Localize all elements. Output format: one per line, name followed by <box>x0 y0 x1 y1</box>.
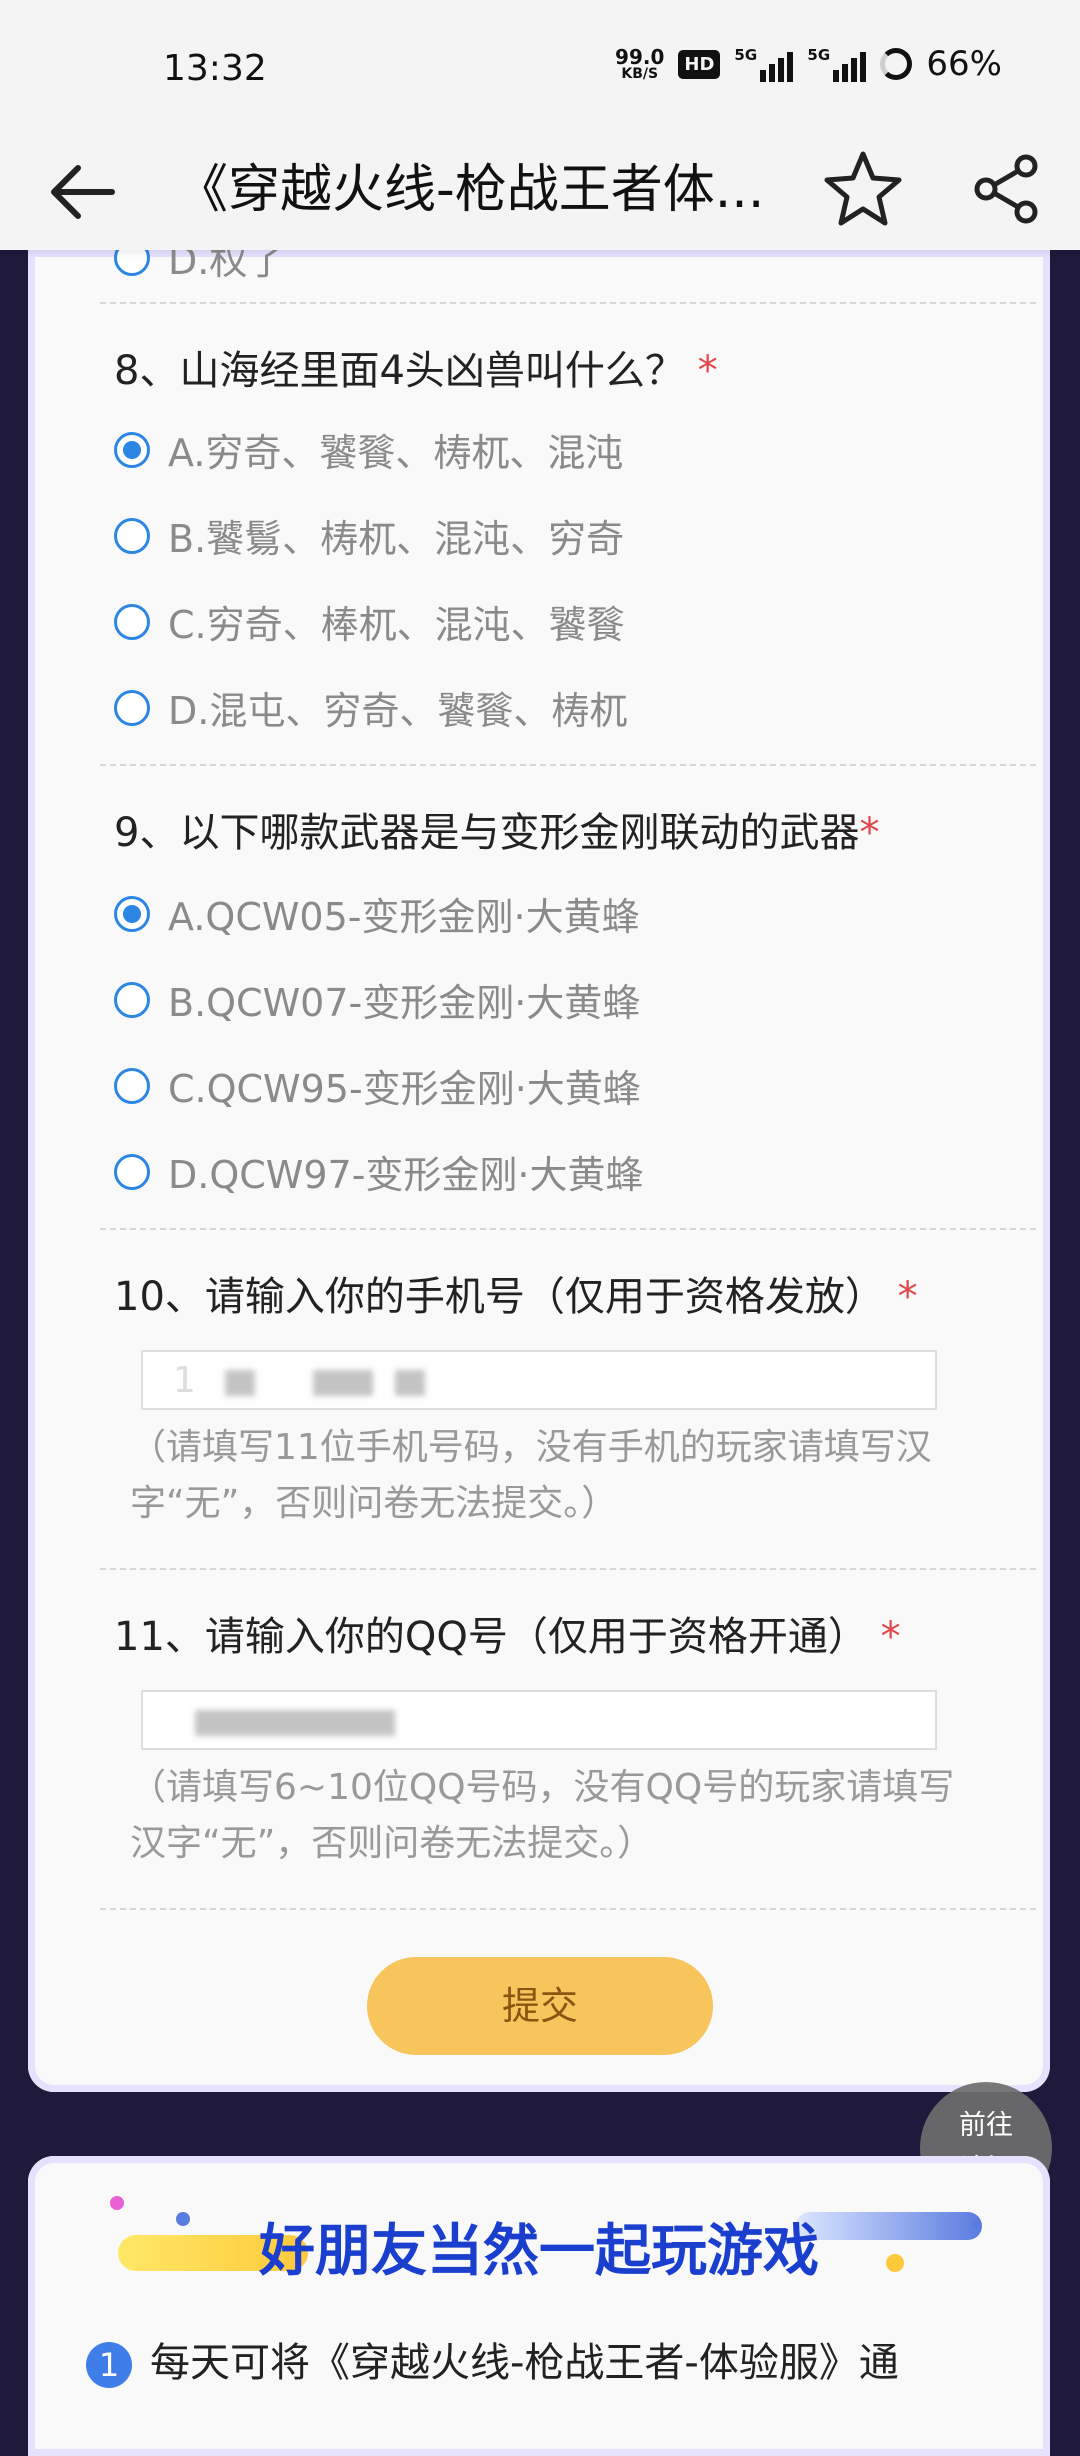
phone-input[interactable]: 1 <box>141 1350 937 1410</box>
radio-button[interactable] <box>114 1153 150 1190</box>
radio-button[interactable] <box>114 603 150 640</box>
qq-input[interactable] <box>141 1690 937 1750</box>
signal-icon: 5G <box>734 46 794 82</box>
q8-option-c[interactable]: C.穷奇、棒杌、混沌、饕餮 <box>114 594 625 649</box>
network-speed: 99.0 KB/S <box>615 44 665 82</box>
submit-button[interactable]: 提交 <box>367 1957 713 2055</box>
status-bar: 13:32 99.0 KB/S HD 5G 5G 66% <box>0 0 1080 132</box>
q9-option-a[interactable]: A.QCW05-变形金刚·大黄蜂 <box>114 886 640 941</box>
promo-card: 好朋友当然一起玩游戏 1 每天可将《穿越火线-枪战王者-体验服》通 <box>28 2156 1050 2456</box>
q9-option-d[interactable]: D.QCW97-变形金刚·大黄蜂 <box>114 1144 644 1199</box>
q8-option-b[interactable]: B.饕鬄、梼杌、混沌、穷奇 <box>114 508 624 563</box>
favorite-button[interactable] <box>820 146 906 232</box>
radio-button[interactable] <box>114 689 150 726</box>
required-mark: * <box>697 348 718 394</box>
question-8-title: 8、山海经里面4头凶兽叫什么？ * <box>114 348 718 394</box>
radio-checked[interactable] <box>114 431 150 468</box>
network-speed-value: 99.0 <box>615 44 665 69</box>
forum-button-line1: 前往 <box>959 2110 1013 2141</box>
app-bar: 《穿越火线-枪战王者体... <box>0 132 1080 250</box>
divider <box>100 1908 1036 1910</box>
radio-button[interactable] <box>114 1067 150 1104</box>
divider <box>100 1228 1036 1230</box>
radio-button[interactable] <box>114 517 150 554</box>
question-10-title: 10、请输入你的手机号（仅用于资格发放） * <box>114 1274 918 1320</box>
status-icons: 99.0 KB/S HD 5G 5G 66% <box>615 44 1002 84</box>
qq-hint: （请填写6~10位QQ号码，没有QQ号的玩家请填写汉字“无”，否则问卷无法提交。… <box>130 1767 955 1864</box>
signal-label-2: 5G <box>807 46 831 64</box>
radio-checked[interactable] <box>114 895 150 932</box>
arrow-left-icon <box>51 165 115 219</box>
back-button[interactable] <box>44 152 124 232</box>
q9-option-b[interactable]: B.QCW07-变形金刚·大黄蜂 <box>114 972 640 1027</box>
q8-option-a[interactable]: A.穷奇、饕餮、梼杌、混沌 <box>114 422 623 477</box>
battery-icon <box>880 48 913 80</box>
page-title: 《穿越火线-枪战王者体... <box>176 160 765 220</box>
question-9-title: 9、以下哪款武器是与变形金刚联动的武器* <box>114 810 880 856</box>
question-11-title: 11、请输入你的QQ号（仅用于资格开通） * <box>114 1614 901 1660</box>
phone-input-value: 1 <box>173 1360 202 1401</box>
survey-card: D.权了 8、山海经里面4头凶兽叫什么？ * A.穷奇、饕餮、梼杌、混沌 B.饕… <box>28 239 1050 2092</box>
required-mark: * <box>880 1614 901 1660</box>
redaction <box>395 1370 425 1396</box>
q9-option-c[interactable]: C.QCW95-变形金刚·大黄蜂 <box>114 1058 641 1113</box>
phone-hint: （请填写11位手机号码，没有手机的玩家请填写汉字“无”，否则问卷无法提交。） <box>130 1427 932 1524</box>
redaction <box>313 1370 373 1396</box>
divider <box>100 1568 1036 1570</box>
q8-option-d[interactable]: D.混屯、穷奇、饕餮、梼杌 <box>114 680 627 735</box>
battery-percent: 66% <box>926 44 1002 84</box>
signal-icon-2: 5G <box>807 46 867 82</box>
star-icon <box>824 151 902 226</box>
required-mark: * <box>859 810 880 856</box>
divider <box>100 302 1036 304</box>
network-speed-unit: KB/S <box>621 65 659 82</box>
promo-item-text: 每天可将《穿越火线-枪战王者-体验服》通 <box>150 2340 899 2386</box>
divider <box>100 764 1036 766</box>
signal-label: 5G <box>734 46 758 64</box>
promo-title: 好朋友当然一起玩游戏 <box>259 2219 819 2284</box>
share-icon <box>974 154 1038 224</box>
hd-icon: HD <box>678 49 721 79</box>
redaction <box>195 1710 395 1736</box>
share-button[interactable] <box>968 150 1046 228</box>
radio-button[interactable] <box>114 981 150 1018</box>
redaction <box>225 1370 255 1396</box>
required-mark: * <box>897 1274 918 1320</box>
status-time: 13:32 <box>163 48 267 89</box>
step-number-badge: 1 <box>86 2342 132 2388</box>
